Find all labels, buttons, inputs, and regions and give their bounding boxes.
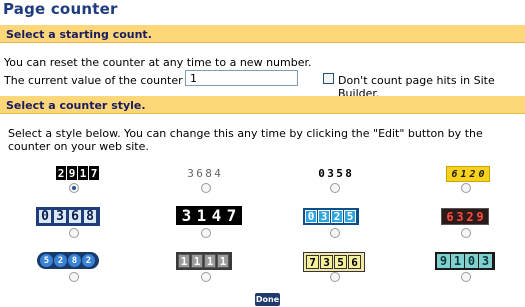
style-radio-9[interactable] [201,272,211,282]
counter-style-5: 3147 [176,206,242,225]
digit: 2 [331,210,343,223]
digit: 3 [479,254,492,268]
dont-count-checkbox[interactable] [323,73,334,84]
digit: 8 [205,167,214,180]
digit: 1 [178,254,190,268]
digit: 0 [478,168,485,180]
style-radio-4[interactable] [69,228,79,238]
digit: 2 [469,168,476,180]
digit: 5 [40,254,53,267]
digit: 6 [68,209,82,224]
digit: 3 [320,255,333,269]
counter-style-8: 5282 [37,252,99,269]
section-header-counter-style: Select a counter style. [0,96,525,114]
digit: 2 [56,166,66,180]
style-radio-2[interactable] [330,183,340,193]
digit: 3 [187,167,196,180]
counter-value-input[interactable] [185,70,298,86]
style-radio-0[interactable] [69,183,79,193]
digit: 2 [466,209,474,224]
digit: 2 [54,254,67,267]
counter-style-10: 7356 [303,252,365,272]
digit: 3 [318,210,330,223]
counter-style-4: 0368 [36,207,100,226]
counter-style-7: 6329 [441,208,489,225]
counter-style-0: 2917 [56,166,100,180]
digit: 1 [191,254,203,268]
counter-style-1: 3684 [187,167,223,180]
digit: 3 [327,167,334,180]
digit: 5 [344,210,356,223]
counter-style-9: 1111 [176,252,232,270]
digit: 3 [181,206,192,225]
current-value-label: The current value of the counter is: [4,74,199,87]
digit: 6 [446,209,454,224]
style-radio-7[interactable] [461,228,471,238]
digit: 1 [217,254,229,268]
style-radio-8[interactable] [69,272,79,282]
digit: 6 [196,167,205,180]
done-button[interactable]: Done [255,293,280,306]
digit: 1 [78,166,88,180]
digit: 6 [348,255,361,269]
digit: 3 [456,209,464,224]
section-header-starting-count: Select a starting count. [0,25,525,43]
digit: 4 [211,206,222,225]
style-radio-5[interactable] [201,228,211,238]
digit: 0 [465,254,478,268]
digit: 5 [336,167,343,180]
digit: 9 [67,166,77,180]
style-radio-10[interactable] [330,272,340,282]
counter-style-3: 6120 [446,166,490,182]
digit: 8 [83,209,97,224]
digit: 6 [451,168,458,180]
digit: 0 [305,210,317,223]
digit: 0 [318,167,325,180]
digit: 7 [226,206,237,225]
style-radio-3[interactable] [461,183,471,193]
digit: 5 [334,255,347,269]
style-radio-1[interactable] [201,183,211,193]
digit: 9 [437,254,450,268]
digit: 1 [460,168,467,180]
style-description: Select a style below. You can change thi… [8,127,483,153]
counter-style-2: 0358 [317,167,353,180]
digit: 4 [214,167,223,180]
digit: 0 [38,209,52,224]
digit: 7 [306,255,319,269]
style-radio-6[interactable] [330,228,340,238]
digit: 9 [476,209,484,224]
digit: 8 [345,167,352,180]
style-radio-11[interactable] [461,272,471,282]
counter-style-6: 0325 [303,208,359,225]
digit: 1 [204,254,216,268]
page-title: Page counter [3,0,118,18]
digit: 8 [68,254,81,267]
digit: 2 [82,254,95,267]
reset-info-text: You can reset the counter at any time to… [4,56,312,69]
digit: 1 [196,206,207,225]
digit: 7 [89,166,99,180]
counter-style-11: 9103 [435,252,495,270]
digit: 3 [53,209,67,224]
digit: 1 [451,254,464,268]
